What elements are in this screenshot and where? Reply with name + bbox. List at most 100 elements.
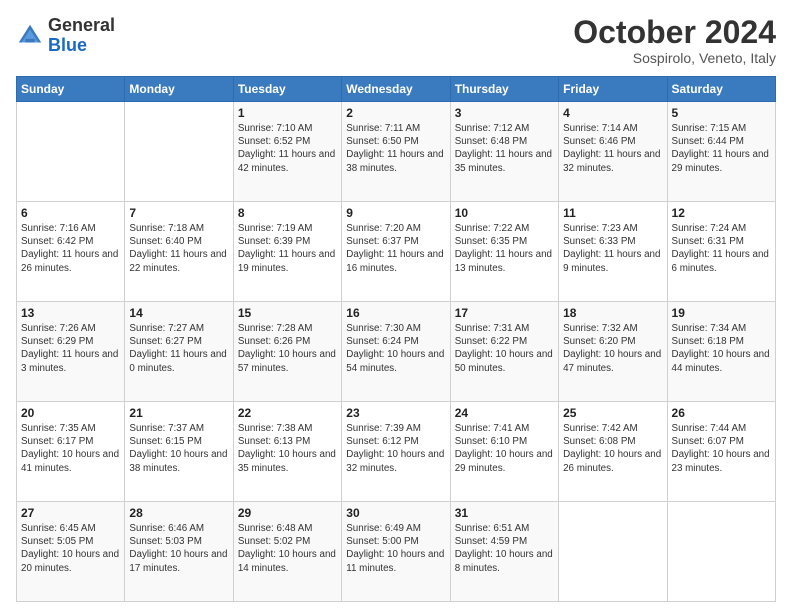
calendar-cell: 24 Sunrise: 7:41 AMSunset: 6:10 PMDayligh… xyxy=(450,402,558,502)
day-info: Sunrise: 7:18 AMSunset: 6:40 PMDaylight:… xyxy=(129,222,228,275)
calendar-cell: 12 Sunrise: 7:24 AMSunset: 6:31 PMDayligh… xyxy=(667,202,775,302)
weekday-header-monday: Monday xyxy=(125,77,233,102)
day-info: Sunrise: 7:15 AMSunset: 6:44 PMDaylight:… xyxy=(672,122,771,175)
day-info: Sunrise: 7:28 AMSunset: 6:26 PMDaylight:… xyxy=(238,322,337,375)
day-info: Sunrise: 7:44 AMSunset: 6:07 PMDaylight:… xyxy=(672,422,771,475)
day-info: Sunrise: 6:45 AMSunset: 5:05 PMDaylight:… xyxy=(21,522,120,575)
page: General Blue October 2024 Sospirolo, Ven… xyxy=(0,0,792,612)
day-info: Sunrise: 7:39 AMSunset: 6:12 PMDaylight:… xyxy=(346,422,445,475)
day-number: 24 xyxy=(455,406,554,420)
day-number: 6 xyxy=(21,206,120,220)
day-info: Sunrise: 6:51 AMSunset: 4:59 PMDaylight:… xyxy=(455,522,554,575)
calendar-cell xyxy=(559,502,667,602)
day-number: 29 xyxy=(238,506,337,520)
day-number: 10 xyxy=(455,206,554,220)
day-number: 2 xyxy=(346,106,445,120)
weekday-header-saturday: Saturday xyxy=(667,77,775,102)
day-info: Sunrise: 7:35 AMSunset: 6:17 PMDaylight:… xyxy=(21,422,120,475)
calendar-cell: 7Sunrise: 7:18 AMSunset: 6:40 PMDaylight… xyxy=(125,202,233,302)
weekday-header-thursday: Thursday xyxy=(450,77,558,102)
calendar-cell: 23Sunrise: 7:39 AMSunset: 6:12 PMDayligh… xyxy=(342,402,450,502)
calendar-cell: 9Sunrise: 7:20 AMSunset: 6:37 PMDaylight… xyxy=(342,202,450,302)
title-block: October 2024 Sospirolo, Veneto, Italy xyxy=(573,16,776,66)
day-number: 22 xyxy=(238,406,337,420)
header: General Blue October 2024 Sospirolo, Ven… xyxy=(16,16,776,66)
calendar-cell: 29 Sunrise: 6:48 AMSunset: 5:02 PMDayligh… xyxy=(233,502,341,602)
week-row-0: 1Sunrise: 7:10 AMSunset: 6:52 PMDaylight… xyxy=(17,102,776,202)
calendar-cell: 27 Sunrise: 6:45 AMSunset: 5:05 PMDayligh… xyxy=(17,502,125,602)
day-info: Sunrise: 6:46 AMSunset: 5:03 PMDaylight:… xyxy=(129,522,228,575)
week-row-3: 20 Sunrise: 7:35 AMSunset: 6:17 PMDayligh… xyxy=(17,402,776,502)
weekday-row: SundayMondayTuesdayWednesdayThursdayFrid… xyxy=(17,77,776,102)
day-number: 3 xyxy=(455,106,554,120)
day-number: 19 xyxy=(672,306,771,320)
day-number: 1 xyxy=(238,106,337,120)
calendar-cell: 15 Sunrise: 7:28 AMSunset: 6:26 PMDayligh… xyxy=(233,302,341,402)
day-number: 21 xyxy=(129,406,228,420)
calendar-table: SundayMondayTuesdayWednesdayThursdayFrid… xyxy=(16,76,776,602)
day-info: Sunrise: 7:12 AMSunset: 6:48 PMDaylight:… xyxy=(455,122,554,175)
day-info: Sunrise: 6:49 AMSunset: 5:00 PMDaylight:… xyxy=(346,522,445,575)
day-number: 30 xyxy=(346,506,445,520)
day-info: Sunrise: 7:22 AMSunset: 6:35 PMDaylight:… xyxy=(455,222,554,275)
day-number: 11 xyxy=(563,206,662,220)
day-info: Sunrise: 7:34 AMSunset: 6:18 PMDaylight:… xyxy=(672,322,771,375)
day-number: 15 xyxy=(238,306,337,320)
day-number: 13 xyxy=(21,306,120,320)
calendar-header: SundayMondayTuesdayWednesdayThursdayFrid… xyxy=(17,77,776,102)
calendar-cell: 1Sunrise: 7:10 AMSunset: 6:52 PMDaylight… xyxy=(233,102,341,202)
day-info: Sunrise: 7:42 AMSunset: 6:08 PMDaylight:… xyxy=(563,422,662,475)
calendar-cell: 8Sunrise: 7:19 AMSunset: 6:39 PMDaylight… xyxy=(233,202,341,302)
day-info: Sunrise: 7:11 AMSunset: 6:50 PMDaylight:… xyxy=(346,122,445,175)
calendar-body: 1Sunrise: 7:10 AMSunset: 6:52 PMDaylight… xyxy=(17,102,776,602)
logo-text: General Blue xyxy=(48,16,115,56)
calendar-cell: 10 Sunrise: 7:22 AMSunset: 6:35 PMDayligh… xyxy=(450,202,558,302)
logo-general: General xyxy=(48,15,115,35)
day-info: Sunrise: 7:26 AMSunset: 6:29 PMDaylight:… xyxy=(21,322,120,375)
calendar-cell: 13 Sunrise: 7:26 AMSunset: 6:29 PMDayligh… xyxy=(17,302,125,402)
day-number: 12 xyxy=(672,206,771,220)
day-number: 8 xyxy=(238,206,337,220)
day-number: 14 xyxy=(129,306,228,320)
day-number: 5 xyxy=(672,106,771,120)
calendar-cell: 14Sunrise: 7:27 AMSunset: 6:27 PMDayligh… xyxy=(125,302,233,402)
location-subtitle: Sospirolo, Veneto, Italy xyxy=(573,50,776,66)
logo-blue: Blue xyxy=(48,35,87,55)
day-info: Sunrise: 7:32 AMSunset: 6:20 PMDaylight:… xyxy=(563,322,662,375)
day-info: Sunrise: 7:24 AMSunset: 6:31 PMDaylight:… xyxy=(672,222,771,275)
day-number: 20 xyxy=(21,406,120,420)
day-info: Sunrise: 6:48 AMSunset: 5:02 PMDaylight:… xyxy=(238,522,337,575)
calendar-cell xyxy=(125,102,233,202)
day-info: Sunrise: 7:23 AMSunset: 6:33 PMDaylight:… xyxy=(563,222,662,275)
day-number: 17 xyxy=(455,306,554,320)
day-number: 18 xyxy=(563,306,662,320)
day-info: Sunrise: 7:14 AMSunset: 6:46 PMDaylight:… xyxy=(563,122,662,175)
calendar-cell: 4 Sunrise: 7:14 AMSunset: 6:46 PMDaylight… xyxy=(559,102,667,202)
day-number: 31 xyxy=(455,506,554,520)
week-row-1: 6Sunrise: 7:16 AMSunset: 6:42 PMDaylight… xyxy=(17,202,776,302)
calendar-cell: 16 Sunrise: 7:30 AMSunset: 6:24 PMDayligh… xyxy=(342,302,450,402)
week-row-4: 27 Sunrise: 6:45 AMSunset: 5:05 PMDayligh… xyxy=(17,502,776,602)
day-number: 27 xyxy=(21,506,120,520)
calendar-cell: 31 Sunrise: 6:51 AMSunset: 4:59 PMDayligh… xyxy=(450,502,558,602)
day-info: Sunrise: 7:30 AMSunset: 6:24 PMDaylight:… xyxy=(346,322,445,375)
calendar-cell xyxy=(17,102,125,202)
calendar-cell: 11 Sunrise: 7:23 AMSunset: 6:33 PMDayligh… xyxy=(559,202,667,302)
day-info: Sunrise: 7:31 AMSunset: 6:22 PMDaylight:… xyxy=(455,322,554,375)
day-info: Sunrise: 7:38 AMSunset: 6:13 PMDaylight:… xyxy=(238,422,337,475)
calendar-cell: 25 Sunrise: 7:42 AMSunset: 6:08 PMDayligh… xyxy=(559,402,667,502)
logo-icon xyxy=(16,22,44,50)
logo: General Blue xyxy=(16,16,115,56)
calendar-cell: 18 Sunrise: 7:32 AMSunset: 6:20 PMDayligh… xyxy=(559,302,667,402)
day-info: Sunrise: 7:41 AMSunset: 6:10 PMDaylight:… xyxy=(455,422,554,475)
calendar-cell: 20 Sunrise: 7:35 AMSunset: 6:17 PMDayligh… xyxy=(17,402,125,502)
calendar-cell: 6Sunrise: 7:16 AMSunset: 6:42 PMDaylight… xyxy=(17,202,125,302)
month-title: October 2024 xyxy=(573,16,776,48)
day-number: 28 xyxy=(129,506,228,520)
weekday-header-friday: Friday xyxy=(559,77,667,102)
week-row-2: 13 Sunrise: 7:26 AMSunset: 6:29 PMDayligh… xyxy=(17,302,776,402)
day-number: 4 xyxy=(563,106,662,120)
day-number: 25 xyxy=(563,406,662,420)
day-number: 16 xyxy=(346,306,445,320)
day-number: 9 xyxy=(346,206,445,220)
